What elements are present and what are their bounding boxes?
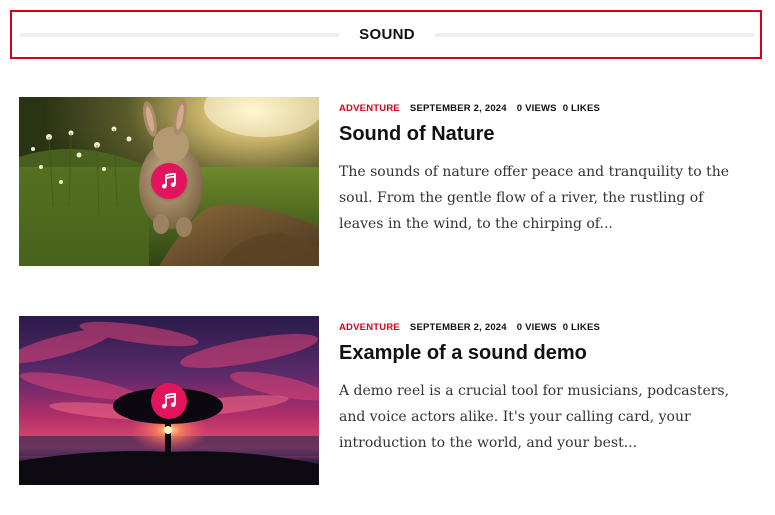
music-note-icon (161, 393, 176, 409)
music-note-icon (161, 173, 176, 189)
sound-format-badge (151, 163, 187, 199)
header-divider-right (434, 32, 755, 37)
post-likes: 0 LIKES (562, 322, 601, 333)
header-divider-left (20, 32, 340, 37)
post-date: SEPTEMBER 2, 2024 (409, 322, 507, 333)
post-stats: 0 VIEWS 0 LIKES (517, 322, 600, 333)
post-views: 0 VIEWS (516, 322, 557, 333)
section-title: SOUND (359, 26, 415, 43)
section-header: SOUND (10, 10, 762, 59)
sound-format-badge (151, 383, 187, 419)
post-excerpt: The sounds of nature offer peace and tra… (339, 164, 730, 232)
post-likes: 0 LIKES (562, 103, 601, 114)
post-stats: 0 VIEWS 0 LIKES (517, 103, 600, 114)
post-thumbnail-rabbit[interactable] (19, 97, 319, 266)
post-card: ADVENTURE SEPTEMBER 2, 2024 0 VIEWS 0 LI… (19, 97, 759, 267)
post-category-link[interactable]: ADVENTURE (339, 103, 400, 114)
post-excerpt: A demo reel is a crucial tool for musici… (339, 383, 730, 451)
post-category-link[interactable]: ADVENTURE (339, 322, 400, 333)
post-meta: ADVENTURE SEPTEMBER 2, 2024 0 VIEWS 0 LI… (339, 103, 600, 114)
post-meta: ADVENTURE SEPTEMBER 2, 2024 0 VIEWS 0 LI… (339, 322, 600, 333)
post-views: 0 VIEWS (516, 103, 557, 114)
post-date: SEPTEMBER 2, 2024 (409, 103, 507, 114)
post-thumbnail-sunset-tree[interactable] (19, 316, 319, 485)
post-card: ADVENTURE SEPTEMBER 2, 2024 0 VIEWS 0 LI… (19, 316, 759, 486)
post-title-link[interactable]: Sound of Nature (339, 123, 495, 146)
post-title-link[interactable]: Example of a sound demo (339, 342, 587, 365)
